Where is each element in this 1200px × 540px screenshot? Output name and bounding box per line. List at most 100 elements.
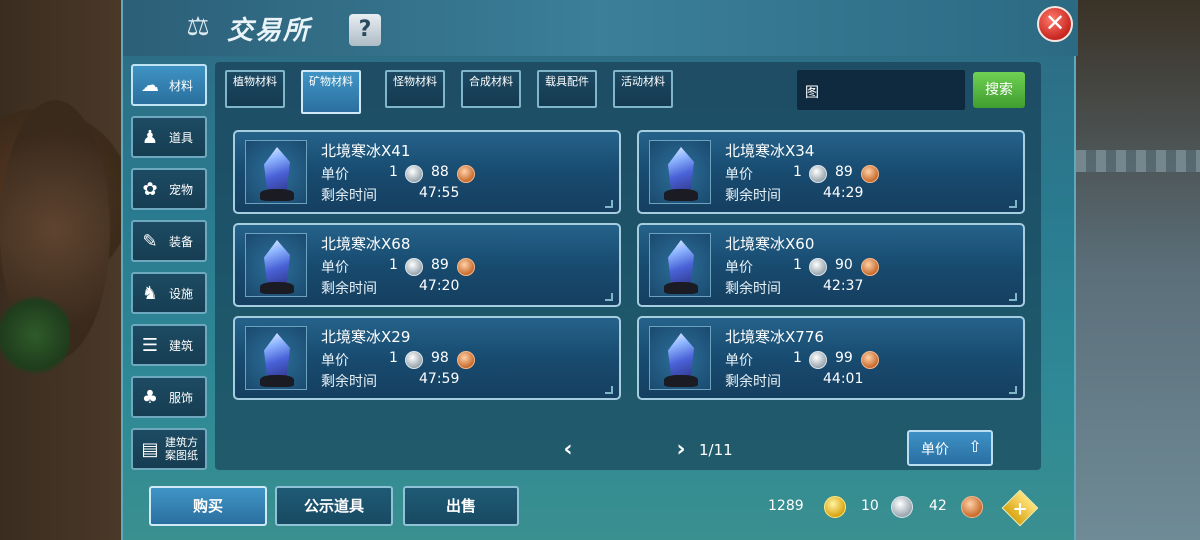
tab-event-materials[interactable]: 活动材料 [613,70,673,108]
silver-coin-icon [809,351,827,369]
category-facilities[interactable]: ♞ 设施 [131,272,207,314]
remaining-time-value: 42:37 [823,278,864,294]
remaining-time-value: 44:01 [823,371,864,387]
add-currency-button[interactable]: + [1001,489,1039,527]
copper-coin-icon [457,165,475,183]
page-next-button[interactable]: › [671,438,691,462]
category-label: 材料 [169,78,194,93]
world-plant-decoration [0,290,70,380]
building-icon: ☰ [141,334,159,356]
copper-coin-icon [861,258,879,276]
page-indicator: 1/11 [699,441,733,459]
search-button[interactable]: 搜索 [973,72,1025,108]
tab-monster-materials[interactable]: 怪物材料 [385,70,445,108]
unit-price-label: 单价 [725,260,753,276]
category-items[interactable]: ♟ 道具 [131,116,207,158]
remaining-time-value: 47:55 [419,185,460,201]
corner-icon [1009,200,1017,208]
remaining-time-value: 47:59 [419,371,460,387]
category-blueprints[interactable]: ▤ 建筑方案图纸 [131,428,207,470]
copper-coin-icon [961,496,983,518]
blueprint-icon: ▤ [141,438,159,460]
showcase-items-button[interactable]: 公示道具 [275,486,393,526]
silver-coin-icon [891,496,913,518]
category-pets[interactable]: ✿ 宠物 [131,168,207,210]
price-silver: 1 [389,164,398,180]
unit-price-label: 单价 [321,353,349,369]
price-silver: 1 [793,164,802,180]
price-copper: 89 [835,164,853,180]
category-buildings[interactable]: ☰ 建筑 [131,324,207,366]
corner-icon [605,386,613,394]
game-world-right-background [1076,0,1200,540]
tab-vehicle-parts[interactable]: 载具配件 [537,70,597,108]
corner-icon [605,293,613,301]
listing-card[interactable]: 北境寒冰X41 单价 1 88 剩余时间 47:55 [233,130,621,214]
copper-coin-icon [861,351,879,369]
price-copper: 98 [431,350,449,366]
silver-coin-icon [809,258,827,276]
facility-icon: ♞ [141,282,159,304]
category-label: 建筑 [169,338,194,353]
remaining-time-label: 剩余时间 [725,188,781,204]
listing-card[interactable]: 北境寒冰X776 单价 1 99 剩余时间 44:01 [637,316,1025,400]
equipment-icon: ✎ [142,230,158,252]
listing-card[interactable]: 北境寒冰X60 单价 1 90 剩余时间 42:37 [637,223,1025,307]
remaining-time-label: 剩余时间 [321,281,377,297]
listing-name: 北境寒冰X68 [321,235,411,253]
clothing-icon: ♣ [141,386,159,408]
copper-amount: 42 [929,498,947,514]
listing-name: 北境寒冰X776 [725,328,824,346]
ice-crystal-icon [649,326,711,390]
listing-name: 北境寒冰X60 [725,235,815,253]
unit-price-label: 单价 [725,167,753,183]
tab-crafted-materials[interactable]: 合成材料 [461,70,521,108]
unit-price-label: 单价 [321,260,349,276]
category-clothing[interactable]: ♣ 服饰 [131,376,207,418]
copper-coin-icon [457,351,475,369]
category-equipment[interactable]: ✎ 装备 [131,220,207,262]
ice-crystal-icon [649,233,711,297]
category-label: 建筑方案图纸 [165,436,198,462]
silver-amount: 10 [861,498,879,514]
corner-icon [1009,386,1017,394]
exchange-panel: ⚖ 交易所 ? ✕ ☁ 材料 ♟ 道具 ✿ 宠物 ✎ 装备 ♞ 设施 ☰ 建筑 [121,0,1078,540]
materials-icon: ☁ [141,74,159,96]
price-silver: 1 [793,350,802,366]
category-label: 道具 [169,130,194,145]
category-label: 宠物 [169,182,194,197]
unit-price-label: 单价 [725,353,753,369]
item-icon: ♟ [141,126,159,148]
listing-area: 植物材料 矿物材料 怪物材料 合成材料 载具配件 活动材料 图 搜索 北境寒冰X… [215,62,1041,470]
scale-icon: ⚖ [186,12,210,42]
listing-card[interactable]: 北境寒冰X29 单价 1 98 剩余时间 47:59 [233,316,621,400]
plus-icon: + [1012,498,1028,520]
listing-card[interactable]: 北境寒冰X68 单价 1 89 剩余时间 47:20 [233,223,621,307]
tab-plant-materials[interactable]: 植物材料 [225,70,285,108]
help-button[interactable]: ? [349,14,381,46]
buy-button[interactable]: 购买 [149,486,267,526]
unit-price-label: 单价 [321,167,349,183]
remaining-time-label: 剩余时间 [725,374,781,390]
price-silver: 1 [793,257,802,273]
search-input[interactable]: 图 [797,70,965,110]
ice-crystal-icon [649,140,711,204]
price-copper: 99 [835,350,853,366]
silver-coin-icon [405,351,423,369]
sort-arrow-icon: ⇧ [968,437,982,456]
remaining-time-label: 剩余时间 [321,374,377,390]
silver-coin-icon [809,165,827,183]
price-copper: 88 [431,164,449,180]
tab-mineral-materials[interactable]: 矿物材料 [301,70,361,114]
page-prev-button[interactable]: ‹ [558,438,578,462]
pet-paw-icon: ✿ [142,178,158,200]
ice-crystal-icon [245,233,307,297]
page-title: 交易所 [227,16,312,46]
listing-card[interactable]: 北境寒冰X34 单价 1 89 剩余时间 44:29 [637,130,1025,214]
sort-by-price-button[interactable]: 单价 ⇧ [907,430,993,466]
close-button[interactable]: ✕ [1037,6,1073,42]
title-bar: ⚖ 交易所 ? ✕ [123,0,1078,56]
sell-button[interactable]: 出售 [403,486,519,526]
remaining-time-label: 剩余时间 [725,281,781,297]
category-materials[interactable]: ☁ 材料 [131,64,207,106]
